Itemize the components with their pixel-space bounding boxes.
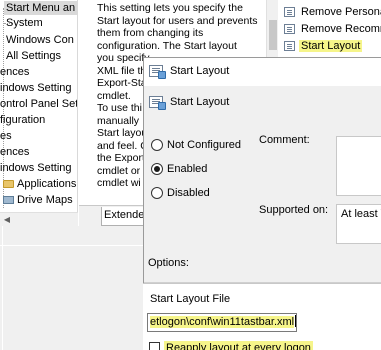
list-item-label: Remove Recomm (301, 23, 381, 35)
divider (0, 245, 145, 246)
radio-label: Disabled (167, 187, 210, 199)
description-line: Start layout for users and prevents (97, 14, 258, 27)
reapply-layout-checkbox[interactable] (149, 342, 160, 350)
comment-field[interactable] (336, 136, 381, 196)
comment-label: Comment: (259, 134, 310, 146)
tree-item-preferences-2[interactable]: ences (0, 145, 29, 159)
radio-button[interactable] (151, 139, 163, 151)
list-item-label: Remove Personali (301, 6, 381, 18)
reapply-layout-label: Reapply layout at every logon (164, 341, 313, 350)
policy-tree: Start Menu an System Windows Con All Set… (0, 0, 78, 226)
drive-icon (3, 196, 14, 204)
dialog-titlebar[interactable]: Start Layout (144, 58, 381, 86)
start-layout-file-input[interactable]: etlogon\conf\win11tastbar.xml (147, 313, 297, 332)
scrollbar-thumb[interactable] (269, 20, 277, 50)
start-layout-file-label: Start Layout File (150, 293, 231, 305)
radio-label: Enabled (167, 163, 208, 175)
folder-icon (3, 180, 14, 188)
list-item-start-layout[interactable]: Start Layout (284, 38, 363, 54)
tree-item-configuration[interactable]: figuration (0, 113, 45, 127)
tree-horizontal-scrollbar[interactable]: ◀ (0, 212, 78, 226)
policy-setting-icon (284, 24, 295, 34)
policy-setting-icon (149, 65, 166, 79)
list-item-label: Start Layout (299, 40, 363, 52)
options-label: Options: (148, 257, 189, 269)
tree-item-windows-components[interactable]: Windows Con (6, 33, 74, 47)
dialog-title: Start Layout (170, 65, 230, 77)
tree-item-windows-settings-2[interactable]: indows Setting (0, 161, 72, 175)
tree-item-windows-settings[interactable]: indows Setting (0, 81, 72, 95)
tree-item-preferences[interactable]: ences (0, 65, 29, 79)
list-item-remove-recommended[interactable]: Remove Recomm (284, 21, 381, 37)
policy-setting-icon (284, 41, 295, 51)
start-layout-file-value: etlogon\conf\win11tastbar.xml (150, 316, 295, 328)
supported-on-field: At least W (336, 204, 381, 244)
tree-item-all-settings[interactable]: All Settings (6, 49, 61, 63)
list-item-remove-personalized[interactable]: Remove Personali (284, 4, 381, 20)
tree-item-system[interactable]: System (6, 16, 43, 30)
policy-heading: Start Layout (170, 96, 230, 108)
tree-item-drive-maps[interactable]: Drive Maps (17, 193, 73, 207)
radio-label: Not Configured (167, 139, 241, 151)
tree-item-policies[interactable]: es (0, 129, 12, 143)
policy-list: Remove Personali Remove Recomm Start Lay… (278, 0, 381, 60)
divider (2, 226, 3, 350)
radio-button[interactable] (151, 163, 163, 175)
policy-setting-icon (149, 96, 166, 110)
tree-item-start-menu[interactable]: Start Menu an (4, 1, 77, 15)
tree-item-applications[interactable]: Applications (17, 177, 76, 191)
tree-item-control-panel-settings[interactable]: ontrol Panel Set (0, 97, 77, 111)
policy-setting-icon (284, 7, 295, 17)
scroll-left-icon[interactable]: ◀ (0, 213, 14, 226)
supported-on-value: At least W (341, 208, 381, 220)
description-line: configuration. The Start layout (97, 39, 237, 52)
radio-button[interactable] (151, 187, 163, 199)
text-cursor (295, 315, 296, 327)
description-line: them from changing its (97, 27, 204, 39)
supported-on-label: Supported on: (259, 204, 329, 216)
description-line: This setting lets you specify the (97, 2, 243, 14)
